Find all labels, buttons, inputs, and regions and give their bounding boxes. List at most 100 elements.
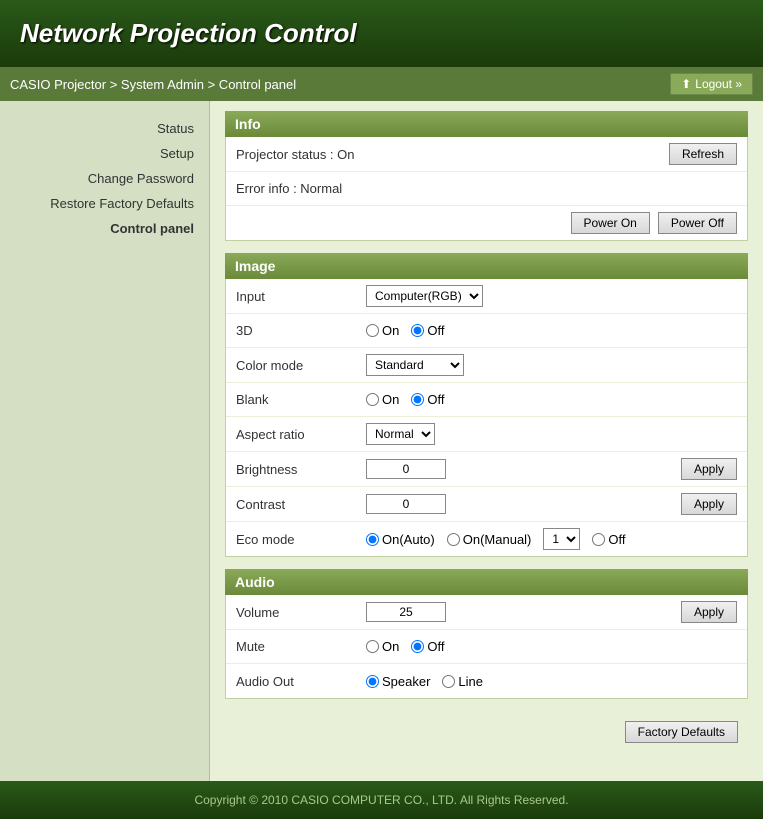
aspect-ratio-select[interactable]: Normal 4:3 16:9 16:10 — [366, 423, 435, 445]
mute-off-label: Off — [427, 639, 444, 654]
3d-off-radio[interactable] — [411, 324, 424, 337]
audio-out-line-label: Line — [458, 674, 483, 689]
blank-on-label: On — [382, 392, 399, 407]
logout-button[interactable]: ⬆ Logout » — [670, 73, 753, 95]
main-layout: Status Setup Change Password Restore Fac… — [0, 101, 763, 781]
audio-out-line-option[interactable]: Line — [442, 674, 483, 689]
blank-on-radio[interactable] — [366, 393, 379, 406]
power-on-button[interactable]: Power On — [571, 212, 650, 234]
sidebar-item-status[interactable]: Status — [0, 116, 209, 141]
eco-mode-row: Eco mode On(Auto) On(Manual) 1 2 3 — [226, 522, 747, 556]
color-mode-label: Color mode — [236, 358, 366, 373]
mute-on-radio[interactable] — [366, 640, 379, 653]
sidebar-item-control-panel[interactable]: Control panel — [0, 216, 209, 241]
blank-on-option[interactable]: On — [366, 392, 399, 407]
contrast-input[interactable] — [366, 494, 446, 514]
mute-row: Mute On Off — [226, 630, 747, 664]
input-value: Computer(RGB) Video S-Video HDMI — [366, 285, 737, 307]
error-info-row: Error info : Normal — [226, 172, 747, 206]
aspect-ratio-label: Aspect ratio — [236, 427, 366, 442]
eco-mode-label: Eco mode — [236, 532, 366, 547]
audio-out-speaker-radio[interactable] — [366, 675, 379, 688]
audio-out-label: Audio Out — [236, 674, 366, 689]
mute-label: Mute — [236, 639, 366, 654]
volume-input[interactable] — [366, 602, 446, 622]
eco-on-manual-radio[interactable] — [447, 533, 460, 546]
info-section-header: Info — [225, 111, 748, 137]
audio-out-speaker-option[interactable]: Speaker — [366, 674, 430, 689]
image-section-header: Image — [225, 253, 748, 279]
color-mode-select[interactable]: Standard Presentation Theater Game sRGB — [366, 354, 464, 376]
content-area: Info Projector status : On Refresh Error… — [210, 101, 763, 781]
3d-off-option[interactable]: Off — [411, 323, 444, 338]
header: Network Projection Control — [0, 0, 763, 67]
power-off-button[interactable]: Power Off — [658, 212, 737, 234]
eco-off-label: Off — [608, 532, 625, 547]
refresh-button[interactable]: Refresh — [669, 143, 737, 165]
3d-label: 3D — [236, 323, 366, 338]
3d-on-radio[interactable] — [366, 324, 379, 337]
projector-status-row: Projector status : On Refresh — [226, 137, 747, 172]
mute-off-option[interactable]: Off — [411, 639, 444, 654]
image-section-body: Input Computer(RGB) Video S-Video HDMI 3… — [225, 279, 748, 557]
3d-row: 3D On Off — [226, 314, 747, 348]
volume-row: Volume Apply — [226, 595, 747, 630]
3d-radio-group: On Off — [366, 323, 737, 338]
contrast-apply-button[interactable]: Apply — [681, 493, 737, 515]
sidebar-item-setup[interactable]: Setup — [0, 141, 209, 166]
navbar: CASIO Projector > System Admin > Control… — [0, 67, 763, 101]
contrast-label: Contrast — [236, 497, 366, 512]
blank-off-option[interactable]: Off — [411, 392, 444, 407]
brightness-value: Apply — [366, 458, 737, 480]
eco-on-manual-label: On(Manual) — [463, 532, 532, 547]
audio-out-speaker-label: Speaker — [382, 674, 430, 689]
power-buttons-row: Power On Power Off — [226, 206, 747, 240]
eco-off-radio[interactable] — [592, 533, 605, 546]
audio-out-row: Audio Out Speaker Line — [226, 664, 747, 698]
mute-off-radio[interactable] — [411, 640, 424, 653]
eco-on-auto-option[interactable]: On(Auto) — [366, 532, 435, 547]
contrast-value: Apply — [366, 493, 737, 515]
sidebar-item-change-password[interactable]: Change Password — [0, 166, 209, 191]
eco-off-option[interactable]: Off — [592, 532, 625, 547]
volume-apply-button[interactable]: Apply — [681, 601, 737, 623]
eco-on-auto-radio[interactable] — [366, 533, 379, 546]
eco-level-select[interactable]: 1 2 3 — [543, 528, 580, 550]
blank-row: Blank On Off — [226, 383, 747, 417]
input-row: Input Computer(RGB) Video S-Video HDMI — [226, 279, 747, 314]
blank-label: Blank — [236, 392, 366, 407]
eco-on-manual-option[interactable]: On(Manual) — [447, 532, 532, 547]
color-mode-value: Standard Presentation Theater Game sRGB — [366, 354, 737, 376]
3d-on-option[interactable]: On — [366, 323, 399, 338]
input-select[interactable]: Computer(RGB) Video S-Video HDMI — [366, 285, 483, 307]
brightness-label: Brightness — [236, 462, 366, 477]
mute-radio-group: On Off — [366, 639, 737, 654]
aspect-ratio-value: Normal 4:3 16:9 16:10 — [366, 423, 737, 445]
logout-arrow-icon: ⬆ — [681, 77, 691, 91]
mute-on-option[interactable]: On — [366, 639, 399, 654]
color-mode-row: Color mode Standard Presentation Theater… — [226, 348, 747, 383]
eco-on-auto-label: On(Auto) — [382, 532, 435, 547]
factory-defaults-row: Factory Defaults — [225, 711, 748, 753]
error-info-text: Error info : Normal — [236, 181, 342, 196]
factory-defaults-button[interactable]: Factory Defaults — [625, 721, 738, 743]
brightness-apply-button[interactable]: Apply — [681, 458, 737, 480]
audio-out-line-radio[interactable] — [442, 675, 455, 688]
brightness-row: Brightness Apply — [226, 452, 747, 487]
sidebar: Status Setup Change Password Restore Fac… — [0, 101, 210, 781]
app-title: Network Projection Control — [20, 18, 743, 49]
3d-on-label: On — [382, 323, 399, 338]
breadcrumb: CASIO Projector > System Admin > Control… — [10, 77, 296, 92]
audio-section-header: Audio — [225, 569, 748, 595]
volume-value: Apply — [366, 601, 737, 623]
mute-on-label: On — [382, 639, 399, 654]
footer: Copyright © 2010 CASIO COMPUTER CO., LTD… — [0, 781, 763, 819]
blank-off-radio[interactable] — [411, 393, 424, 406]
brightness-input[interactable] — [366, 459, 446, 479]
sidebar-item-restore-factory-defaults[interactable]: Restore Factory Defaults — [0, 191, 209, 216]
blank-off-label: Off — [427, 392, 444, 407]
info-section-body: Projector status : On Refresh Error info… — [225, 137, 748, 241]
projector-status-text: Projector status : On — [236, 147, 355, 162]
copyright-text: Copyright © 2010 CASIO COMPUTER CO., LTD… — [194, 793, 568, 807]
volume-label: Volume — [236, 605, 366, 620]
